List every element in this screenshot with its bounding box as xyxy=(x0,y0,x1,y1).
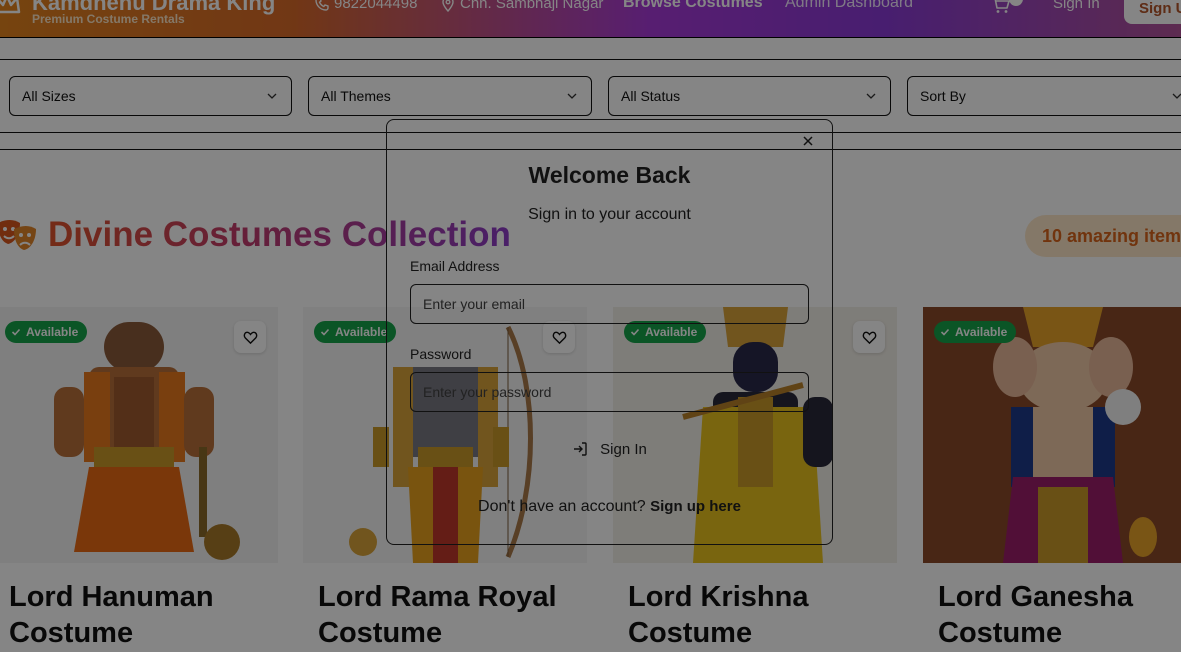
password-label: Password xyxy=(410,346,472,362)
email-input[interactable] xyxy=(410,284,809,324)
email-label: Email Address xyxy=(410,258,500,274)
sign-up-prompt: Don't have an account? Sign up here xyxy=(387,498,832,516)
close-icon[interactable] xyxy=(801,134,815,148)
modal-title: Welcome Back xyxy=(528,162,691,188)
sign-up-prompt-text: Don't have an account? xyxy=(478,498,646,515)
modal-subtitle: Sign in to your account xyxy=(528,206,691,223)
sign-in-modal: Welcome Back Sign in to your account Ema… xyxy=(386,119,833,545)
sign-in-icon xyxy=(574,442,587,456)
sign-in-button-label: Sign In xyxy=(600,440,647,458)
sign-up-link[interactable]: Sign up here xyxy=(650,498,741,515)
sign-in-button[interactable]: Sign In xyxy=(410,430,809,468)
password-input[interactable] xyxy=(410,372,809,412)
